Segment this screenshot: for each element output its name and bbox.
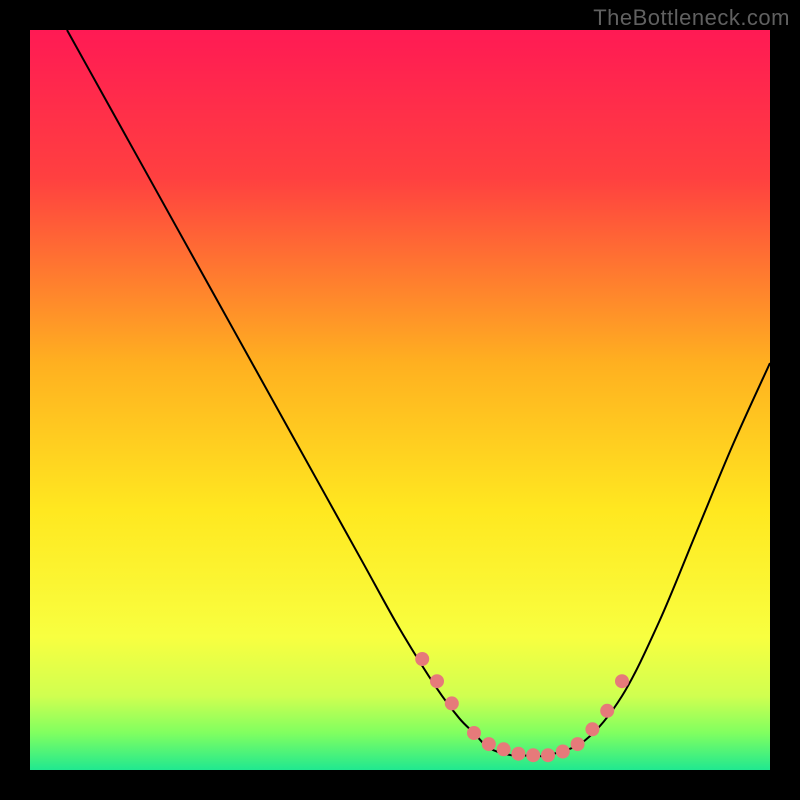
marker-dot — [600, 704, 614, 718]
marker-dot — [497, 742, 511, 756]
marker-dot — [482, 737, 496, 751]
marker-dot — [430, 674, 444, 688]
marker-dot — [585, 722, 599, 736]
marker-dot — [615, 674, 629, 688]
marker-dot — [445, 696, 459, 710]
marker-dot — [526, 748, 540, 762]
marker-dot — [556, 745, 570, 759]
plot-area — [30, 30, 770, 770]
chart-svg — [30, 30, 770, 770]
marker-dot — [541, 748, 555, 762]
marker-dot — [571, 737, 585, 751]
watermark-text: TheBottleneck.com — [593, 5, 790, 31]
gradient-background — [30, 30, 770, 770]
marker-dot — [467, 726, 481, 740]
chart-container: TheBottleneck.com — [0, 0, 800, 800]
marker-dot — [511, 747, 525, 761]
marker-dot — [415, 652, 429, 666]
